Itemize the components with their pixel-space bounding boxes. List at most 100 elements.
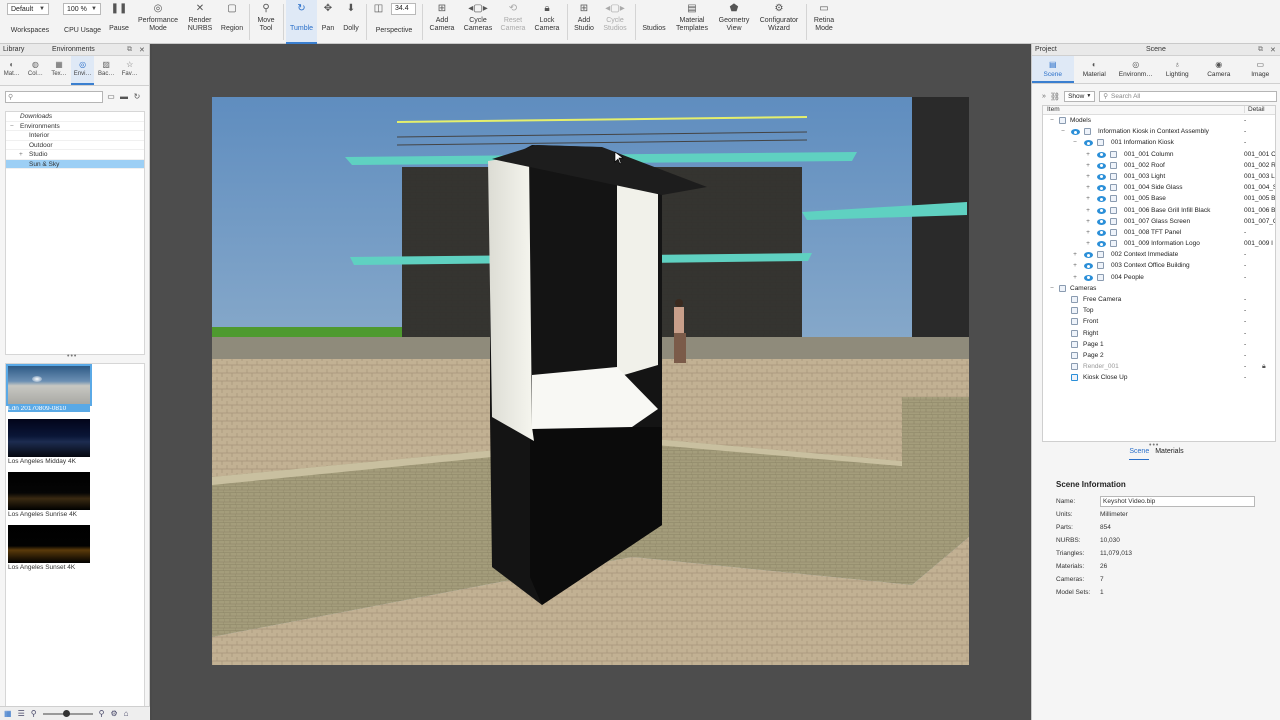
tree-row-assembly[interactable]: − Information Kiosk in Context Assembly - <box>1043 126 1275 137</box>
tree-row-camera[interactable]: Page 2- <box>1043 350 1275 361</box>
tree-row-camera[interactable]: Kiosk Close Up - <box>1043 372 1275 383</box>
undock-icon[interactable]: ⧉ <box>127 46 132 54</box>
env-thumb-la-sunrise[interactable]: Los Angeles Sunrise 4K <box>8 472 90 518</box>
visibility-eye-icon[interactable] <box>1071 129 1080 136</box>
refresh-icon[interactable]: ↻ <box>132 91 142 102</box>
link-icon[interactable]: ⛓ <box>1050 92 1060 101</box>
tree-row-part[interactable]: +001_008 TFT Panel - <box>1043 227 1275 238</box>
subtab-scene[interactable]: Scene <box>1129 448 1150 460</box>
env-thumb-ldn[interactable]: Ldn 20170809-0810 <box>6 364 92 412</box>
tab-material[interactable]: ◐ Material <box>1074 56 1116 83</box>
visibility-eye-icon[interactable] <box>1097 162 1106 169</box>
undock-icon[interactable]: ⧉ <box>1258 46 1263 54</box>
retina-mode-button[interactable]: ▭ Retina Mode <box>809 0 839 44</box>
tumble-button[interactable]: ↻ Tumble <box>286 0 317 44</box>
pan-button[interactable]: ✥ Pan <box>318 0 338 44</box>
performance-mode-button[interactable]: ◎ Performance Mode <box>134 0 182 44</box>
tree-item-interior[interactable]: Interior <box>6 131 144 141</box>
visibility-eye-icon[interactable] <box>1097 151 1106 158</box>
tree-row-part[interactable]: +001_001 Column 001_001 C <box>1043 149 1275 160</box>
grid-view-icon[interactable]: ▦ <box>4 709 12 718</box>
tab-environment[interactable]: ◎ Environm… <box>1115 56 1157 83</box>
list-view-icon[interactable]: ☰ <box>18 709 25 718</box>
visibility-eye-icon[interactable] <box>1097 207 1106 214</box>
tree-row-cameras[interactable]: − Cameras <box>1043 283 1275 294</box>
move-tool-button[interactable]: ⚲ Move Tool <box>252 0 280 44</box>
close-icon[interactable]: ✕ <box>139 46 145 54</box>
visibility-eye-icon[interactable] <box>1097 173 1106 180</box>
tree-row-part[interactable]: +001_009 Information Logo 001_009 I <box>1043 238 1275 249</box>
geometry-view-button[interactable]: ⬟ Geometry View <box>714 0 754 44</box>
library-search-input[interactable]: ⚲ <box>5 91 103 103</box>
add-camera-button[interactable]: ⊞ Add Camera <box>427 0 457 44</box>
tab-colors[interactable]: ◍ Col… <box>24 56 48 85</box>
tree-item-outdoor[interactable]: Outdoor <box>6 141 144 150</box>
resize-grip[interactable]: ••• <box>67 353 77 360</box>
dolly-button[interactable]: ⬇ Dolly <box>339 0 363 44</box>
thumbnail-size-slider[interactable] <box>42 709 93 717</box>
tree-row-part[interactable]: +001_005 Base 001_005 B <box>1043 193 1275 204</box>
tree-row-part[interactable]: +001_002 Roof 001_002 R <box>1043 160 1275 171</box>
visibility-eye-icon[interactable] <box>1097 185 1106 192</box>
env-thumb-la-sunset[interactable]: Los Angeles Sunset 4K <box>8 525 90 571</box>
render-viewport[interactable] <box>152 44 1030 720</box>
visibility-eye-icon[interactable] <box>1097 229 1106 236</box>
tree-row-camera[interactable]: Free Camera - <box>1043 294 1275 305</box>
tree-row-group[interactable]: +004 People - <box>1043 272 1275 283</box>
visibility-eye-icon[interactable] <box>1097 241 1106 248</box>
tab-textures[interactable]: ▦ Tex… <box>47 56 71 85</box>
tree-row-camera[interactable]: Page 1- <box>1043 339 1275 350</box>
visibility-eye-icon[interactable] <box>1084 263 1093 270</box>
folder-add-icon[interactable]: ▭ <box>106 91 116 102</box>
tree-row-part[interactable]: +001_003 Light 001_003 L <box>1043 171 1275 182</box>
subtab-materials[interactable]: Materials <box>1155 448 1183 460</box>
cycle-studios-button[interactable]: ◂▢▸ Cycle Studios <box>599 0 631 44</box>
tree-row-camera-locked[interactable]: Render_001- 🔒︎ <box>1043 361 1275 372</box>
cpu-usage-button[interactable]: CPU Usage <box>60 14 105 44</box>
studios-button[interactable]: Studios <box>638 0 670 44</box>
cycle-cameras-button[interactable]: ◂▢▸ Cycle Cameras <box>459 0 497 44</box>
tree-item-studio[interactable]: + Studio <box>6 150 144 160</box>
scene-name-field[interactable]: Keyshot Video.bip <box>1100 496 1255 507</box>
render-nurbs-button[interactable]: ✕ Render NURBS <box>183 0 217 44</box>
tab-environments[interactable]: ◎ Envi… <box>70 56 95 85</box>
tree-row-kiosk[interactable]: −001 Information Kiosk - <box>1043 137 1275 148</box>
realtime-render-image[interactable] <box>212 97 969 665</box>
visibility-eye-icon[interactable] <box>1097 218 1106 225</box>
slider-knob[interactable] <box>62 709 70 717</box>
lock-camera-button[interactable]: 🔒︎ Lock Camera <box>530 0 564 44</box>
tree-item-downloads[interactable]: Downloads <box>6 112 144 122</box>
visibility-eye-icon[interactable] <box>1097 196 1106 203</box>
tab-camera[interactable]: ◉ Camera <box>1198 56 1240 83</box>
tab-favorites[interactable]: ☆ Fav… <box>118 56 142 85</box>
tree-row-camera[interactable]: Front - <box>1043 316 1275 327</box>
visibility-eye-icon[interactable] <box>1084 140 1093 147</box>
tab-lighting[interactable]: ♁ Lighting <box>1157 56 1199 83</box>
folder-import-icon[interactable]: ▬ <box>119 91 129 102</box>
tab-scene[interactable]: ▤ Scene <box>1032 56 1074 83</box>
zoom-in-icon[interactable]: ⚲ <box>99 709 105 718</box>
region-button[interactable]: ▢ Region <box>218 0 246 44</box>
tree-row-group[interactable]: +002 Context Immediate - <box>1043 249 1275 260</box>
tree-item-environments[interactable]: − Environments <box>6 122 144 131</box>
lock-icon[interactable]: 🔒︎ <box>1262 361 1266 372</box>
tab-materials[interactable]: ◐ Mat… <box>0 56 24 85</box>
settings-icon[interactable]: ⚙ <box>110 709 117 718</box>
reset-camera-button[interactable]: ⟲ Reset Camera <box>498 0 528 44</box>
tree-row-camera[interactable]: Right - <box>1043 328 1275 339</box>
tree-row-part[interactable]: +001_007 Glass Screen 001_007_G <box>1043 216 1275 227</box>
scene-search-input[interactable]: ⚲ Search All <box>1099 90 1277 102</box>
tree-row-group[interactable]: +003 Context Office Building - <box>1043 260 1275 271</box>
expand-all-icon[interactable]: » <box>1042 93 1046 100</box>
tree-row-part[interactable]: +001_004 Side Glass 001_004_S <box>1043 182 1275 193</box>
tree-row-models[interactable]: − Models - <box>1043 115 1275 126</box>
tab-image[interactable]: ▭ Image <box>1240 56 1280 83</box>
env-thumb-la-midday[interactable]: Los Angeles Midday 4K <box>8 419 90 465</box>
show-dropdown[interactable]: Show ▼ <box>1064 90 1096 102</box>
pause-button[interactable]: ❚❚ Pause <box>106 0 132 44</box>
tree-item-sun-and-sky[interactable]: Sun & Sky <box>6 159 144 169</box>
add-studio-button[interactable]: ⊞ Add Studio <box>570 0 598 44</box>
tab-backplates[interactable]: ▨ Bac… <box>94 56 118 85</box>
workspaces-button[interactable]: Workspaces <box>6 14 54 44</box>
tree-row-camera[interactable]: Top - <box>1043 305 1275 316</box>
